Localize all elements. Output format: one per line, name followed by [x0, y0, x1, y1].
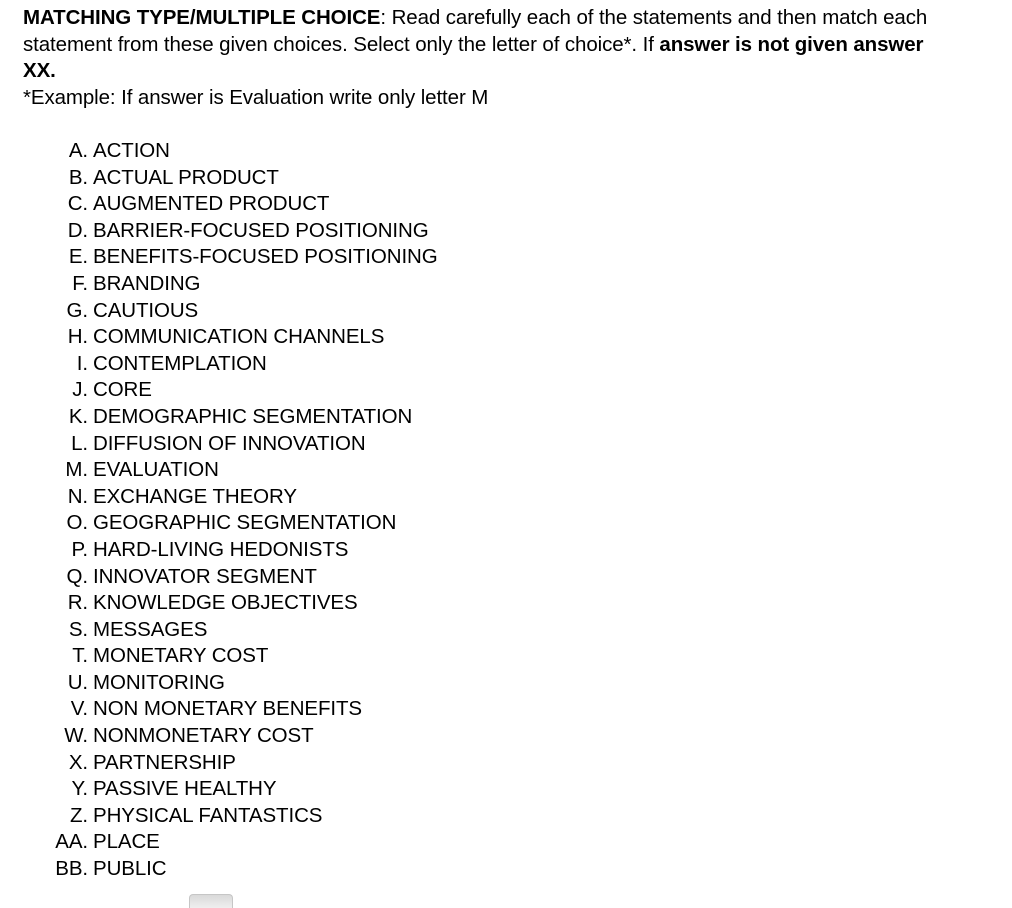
choice-label: DEMOGRAPHIC SEGMENTATION [93, 404, 413, 428]
choice-item[interactable]: B. ACTUAL PRODUCT [0, 165, 1012, 192]
choice-marker: C. [67, 192, 88, 216]
choice-label: PUBLIC [93, 857, 167, 881]
choice-item[interactable]: J. CORE [0, 377, 1012, 404]
choice-marker: I. [76, 351, 88, 375]
choice-label: KNOWLEDGE OBJECTIVES [93, 591, 358, 615]
choice-marker: H. [67, 325, 88, 349]
choice-marker: AA. [55, 830, 88, 854]
choice-marker: BB. [55, 857, 88, 881]
choice-item[interactable]: M. EVALUATION [0, 457, 1012, 484]
choice-item[interactable]: L. DIFFUSION OF INNOVATION [0, 431, 1012, 458]
choice-label: ACTION [93, 139, 170, 162]
choice-marker: T. [72, 644, 88, 668]
choice-label: INNOVATOR SEGMENT [93, 564, 317, 588]
choice-label: ACTUAL PRODUCT [93, 165, 279, 189]
choice-label: PHYSICAL FANTASTICS [93, 803, 323, 827]
choice-marker: A. [68, 139, 88, 162]
choice-marker: N. [67, 484, 88, 508]
choice-item[interactable]: U. MONITORING [0, 670, 1012, 697]
choice-marker: G. [66, 298, 89, 322]
choice-label: BRANDING [93, 271, 201, 295]
choice-label: EXCHANGE THEORY [93, 484, 297, 508]
partial-control-artifact[interactable] [189, 894, 233, 908]
choice-item[interactable]: BB. PUBLIC [0, 856, 1012, 883]
choice-label: PASSIVE HEALTHY [93, 777, 277, 801]
choice-marker: P. [71, 537, 88, 561]
choice-item[interactable]: C. AUGMENTED PRODUCT [0, 191, 1012, 218]
choice-item[interactable]: A. ACTION [0, 138, 1012, 165]
document-page: MATCHING TYPE/MULTIPLE CHOICE: Read care… [0, 0, 1012, 908]
choice-label: EVALUATION [93, 458, 219, 482]
choice-item[interactable]: X. PARTNERSHIP [0, 750, 1012, 777]
choice-label: CORE [93, 378, 152, 402]
instructions-heading: MATCHING TYPE/MULTIPLE CHOICE [23, 6, 381, 29]
choice-item[interactable]: O. GEOGRAPHIC SEGMENTATION [0, 510, 1012, 537]
choice-marker: Z. [69, 803, 88, 827]
choice-marker: F. [72, 271, 88, 295]
choice-marker: S. [68, 617, 88, 641]
choice-item[interactable]: I. CONTEMPLATION [0, 351, 1012, 378]
choice-marker: B. [68, 165, 88, 189]
choice-label: NONMONETARY COST [93, 724, 314, 748]
choice-marker: L. [71, 431, 88, 455]
choice-label: BARRIER-FOCUSED POSITIONING [93, 218, 429, 242]
choice-label: CAUTIOUS [93, 298, 199, 322]
choice-marker: D. [67, 218, 88, 242]
instructions-block: MATCHING TYPE/MULTIPLE CHOICE: Read care… [23, 5, 958, 111]
choice-item[interactable]: H. COMMUNICATION CHANNELS [0, 324, 1012, 351]
choice-label: DIFFUSION OF INNOVATION [93, 431, 366, 455]
choice-marker: X. [68, 750, 88, 774]
choice-item[interactable]: R. KNOWLEDGE OBJECTIVES [0, 590, 1012, 617]
choice-item[interactable]: Z. PHYSICAL FANTASTICS [0, 803, 1012, 830]
instructions-paragraph: MATCHING TYPE/MULTIPLE CHOICE: Read care… [23, 5, 958, 85]
choice-item[interactable]: W. NONMONETARY COST [0, 723, 1012, 750]
choice-label: PLACE [93, 830, 160, 854]
choice-label: HARD-LIVING HEDONISTS [93, 537, 349, 561]
choice-marker: W. [64, 724, 88, 748]
choice-label: NON MONETARY BENEFITS [93, 697, 362, 721]
choice-label: MESSAGES [93, 617, 208, 641]
choice-marker: J. [72, 378, 88, 402]
choice-item[interactable]: P. HARD-LIVING HEDONISTS [0, 537, 1012, 564]
choice-item[interactable]: D. BARRIER-FOCUSED POSITIONING [0, 218, 1012, 245]
choice-list: A. ACTION B. ACTUAL PRODUCT C. AUGMENTED PROD… [0, 138, 1012, 883]
choice-item[interactable]: AA. PLACE [0, 829, 1012, 856]
choice-marker: Q. [66, 564, 89, 588]
choice-marker: R. [67, 591, 88, 615]
choice-marker: V. [70, 697, 88, 721]
choice-item[interactable]: F. BRANDING [0, 271, 1012, 298]
choice-marker: E. [68, 245, 88, 269]
choice-marker: K. [68, 404, 88, 428]
choice-marker: U. [67, 670, 88, 694]
choice-label: BENEFITS-FOCUSED POSITIONING [93, 245, 438, 269]
choice-item[interactable]: Y. PASSIVE HEALTHY [0, 776, 1012, 803]
choice-label: AUGMENTED PRODUCT [93, 192, 330, 216]
choice-marker: O. [66, 511, 89, 535]
choice-item[interactable]: E. BENEFITS-FOCUSED POSITIONING [0, 244, 1012, 271]
choice-label: GEOGRAPHIC SEGMENTATION [93, 511, 397, 535]
choice-item[interactable]: G. CAUTIOUS [0, 298, 1012, 325]
choice-marker: Y. [71, 777, 88, 801]
choice-marker: M. [65, 458, 88, 482]
choice-label: MONETARY COST [93, 644, 269, 668]
choice-item[interactable]: K. DEMOGRAPHIC SEGMENTATION [0, 404, 1012, 431]
choice-label: MONITORING [93, 670, 225, 694]
choice-item[interactable]: S. MESSAGES [0, 617, 1012, 644]
choice-item[interactable]: V. NON MONETARY BENEFITS [0, 696, 1012, 723]
choice-item[interactable]: N. EXCHANGE THEORY [0, 484, 1012, 511]
choice-item[interactable]: Q. INNOVATOR SEGMENT [0, 564, 1012, 591]
choice-label: PARTNERSHIP [93, 750, 236, 774]
choice-item[interactable]: T. MONETARY COST [0, 643, 1012, 670]
choice-label: COMMUNICATION CHANNELS [93, 325, 385, 349]
instructions-example: *Example: If answer is Evaluation write … [23, 85, 489, 109]
choice-label: CONTEMPLATION [93, 351, 267, 375]
